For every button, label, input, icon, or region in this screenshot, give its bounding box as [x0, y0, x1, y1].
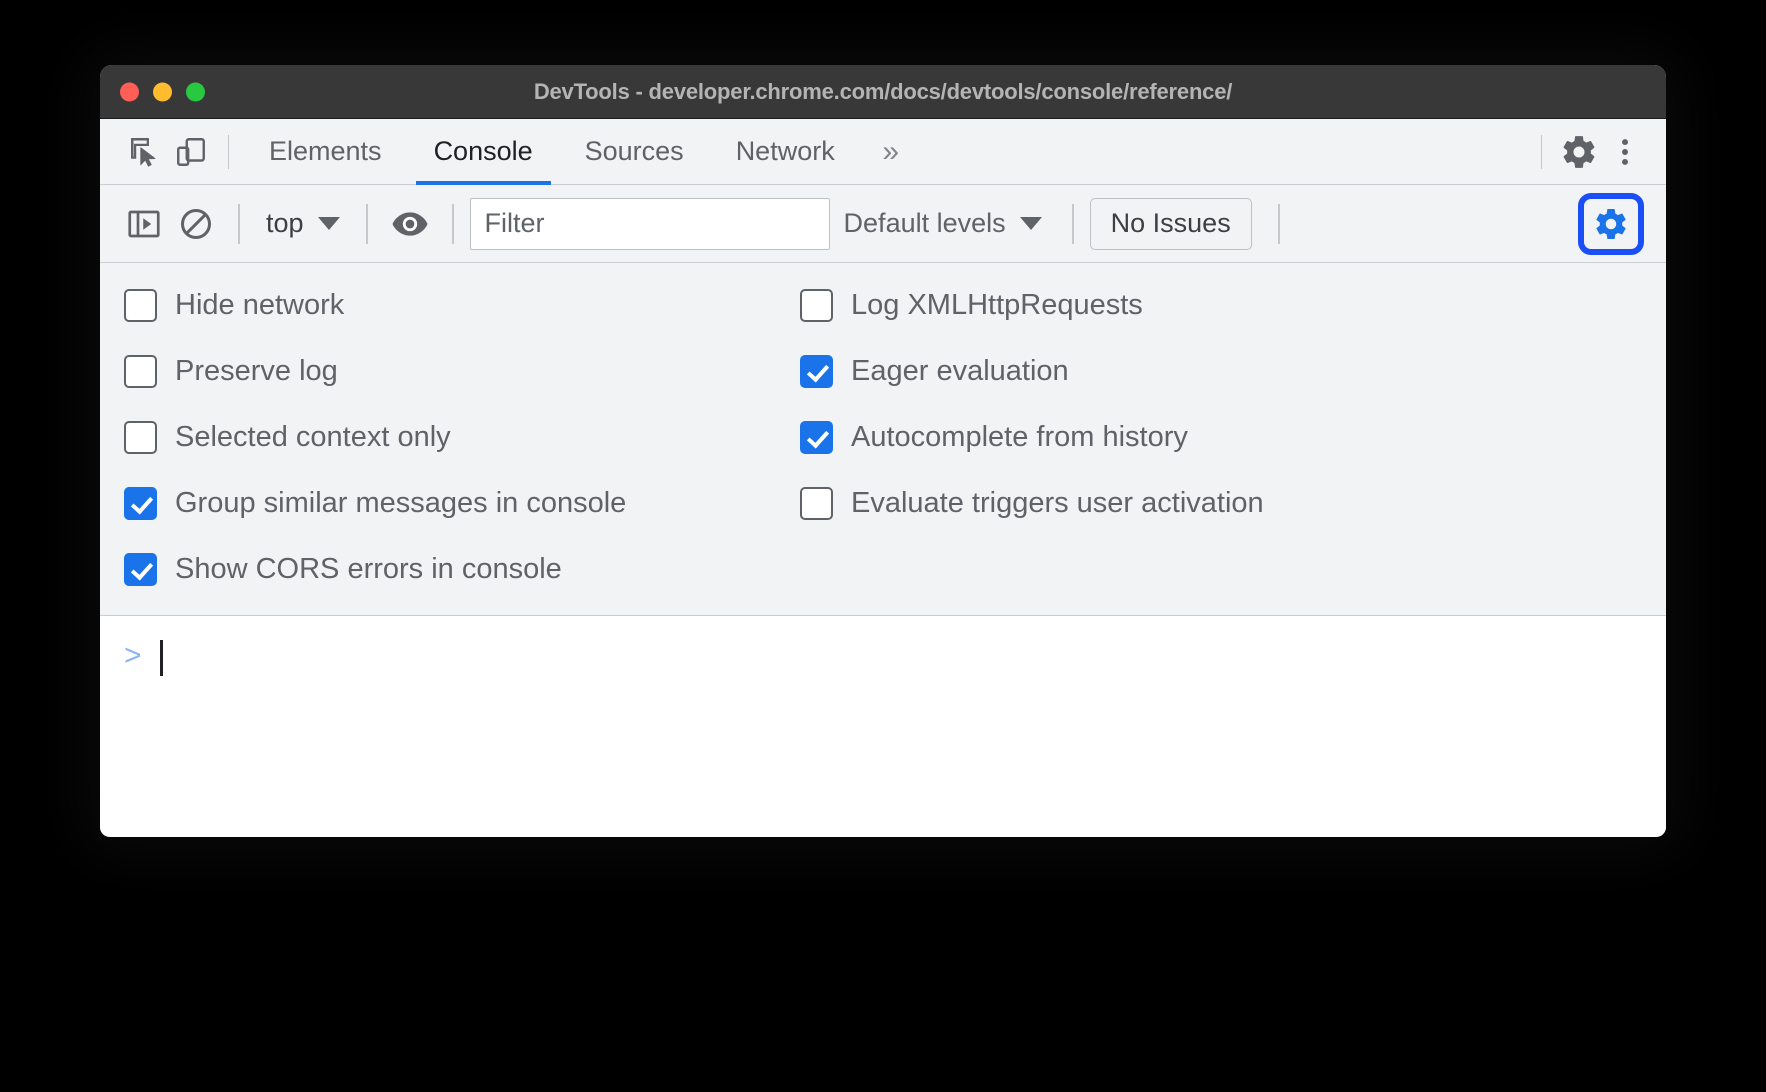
prompt-chevron-icon: > — [124, 641, 142, 671]
log-levels-value: Default levels — [844, 208, 1006, 239]
issues-button[interactable]: No Issues — [1090, 198, 1252, 250]
kebab-menu-icon[interactable] — [1602, 129, 1648, 175]
chevron-down-icon — [1020, 217, 1042, 230]
setting-group-similar-messages[interactable]: Group similar messages in console — [124, 483, 800, 523]
issues-button-label: No Issues — [1111, 208, 1231, 239]
window-controls — [120, 82, 205, 101]
more-tabs-icon[interactable]: » — [861, 122, 921, 182]
text-cursor — [160, 640, 163, 676]
gear-icon[interactable] — [1556, 129, 1602, 175]
tab-console[interactable]: Console — [408, 119, 559, 185]
console-settings-right-column: Log XMLHttpRequests Eager evaluation Aut… — [800, 285, 1264, 589]
inspect-element-icon[interactable] — [122, 129, 168, 175]
setting-preserve-log[interactable]: Preserve log — [124, 351, 800, 391]
console-settings-gear-icon[interactable] — [1578, 193, 1644, 255]
console-toolbar: top Default levels No Issues — [100, 185, 1666, 263]
tab-bar-right-actions — [1527, 119, 1648, 185]
hide-network-checkbox[interactable] — [124, 289, 157, 322]
console-toolbar-divider-1 — [238, 204, 240, 244]
console-toolbar-divider-4 — [1072, 204, 1074, 244]
group-similar-messages-checkbox[interactable] — [124, 487, 157, 520]
eye-icon[interactable] — [384, 198, 436, 250]
console-toolbar-divider-2 — [366, 204, 368, 244]
show-cors-errors-checkbox[interactable] — [124, 553, 157, 586]
console-prompt-row[interactable]: > — [124, 638, 1666, 678]
tab-console-label: Console — [434, 136, 533, 167]
execution-context-value: top — [266, 208, 304, 239]
devtools-tab-bar: Elements Console Sources Network » — [100, 119, 1666, 185]
tab-elements-label: Elements — [269, 136, 382, 167]
log-levels-selector[interactable]: Default levels — [830, 208, 1056, 239]
tab-elements[interactable]: Elements — [243, 119, 408, 185]
hide-network-label: Hide network — [175, 291, 344, 320]
tab-sources[interactable]: Sources — [559, 119, 710, 185]
chevron-down-icon — [318, 217, 340, 230]
clear-console-icon[interactable] — [170, 198, 222, 250]
console-output-area[interactable]: > — [100, 616, 1666, 836]
console-settings-left-column: Hide network Preserve log Selected conte… — [100, 285, 800, 589]
console-toolbar-divider-3 — [452, 204, 454, 244]
setting-selected-context-only[interactable]: Selected context only — [124, 417, 800, 457]
filter-input[interactable] — [470, 198, 830, 250]
tab-network-label: Network — [736, 136, 835, 167]
selected-context-only-checkbox[interactable] — [124, 421, 157, 454]
evaluate-triggers-user-activation-label: Evaluate triggers user activation — [851, 489, 1264, 518]
devtools-window: DevTools - developer.chrome.com/docs/dev… — [100, 65, 1666, 837]
minimize-window-button[interactable] — [153, 82, 172, 101]
eager-evaluation-checkbox[interactable] — [800, 355, 833, 388]
tab-network[interactable]: Network — [710, 119, 861, 185]
tab-sources-label: Sources — [585, 136, 684, 167]
log-xmlhttprequests-checkbox[interactable] — [800, 289, 833, 322]
maximize-window-button[interactable] — [186, 82, 205, 101]
setting-autocomplete-from-history[interactable]: Autocomplete from history — [800, 417, 1264, 457]
autocomplete-from-history-label: Autocomplete from history — [851, 423, 1188, 452]
setting-eager-evaluation[interactable]: Eager evaluation — [800, 351, 1264, 391]
execution-context-selector[interactable]: top — [256, 208, 350, 239]
preserve-log-label: Preserve log — [175, 357, 338, 386]
preserve-log-checkbox[interactable] — [124, 355, 157, 388]
close-window-button[interactable] — [120, 82, 139, 101]
console-settings-panel: Hide network Preserve log Selected conte… — [100, 263, 1666, 616]
toolbar-divider — [228, 135, 229, 169]
more-tabs-label: » — [882, 135, 899, 169]
eager-evaluation-label: Eager evaluation — [851, 357, 1069, 386]
setting-hide-network[interactable]: Hide network — [124, 285, 800, 325]
device-toolbar-icon[interactable] — [168, 129, 214, 175]
window-title: DevTools - developer.chrome.com/docs/dev… — [100, 79, 1666, 105]
setting-log-xmlhttprequests[interactable]: Log XMLHttpRequests — [800, 285, 1264, 325]
log-xmlhttprequests-label: Log XMLHttpRequests — [851, 291, 1143, 320]
evaluate-triggers-user-activation-checkbox[interactable] — [800, 487, 833, 520]
title-bar: DevTools - developer.chrome.com/docs/dev… — [100, 65, 1666, 119]
tab-bar-right-divider — [1541, 135, 1542, 169]
setting-show-cors-errors[interactable]: Show CORS errors in console — [124, 549, 800, 589]
setting-evaluate-triggers-user-activation[interactable]: Evaluate triggers user activation — [800, 483, 1264, 523]
console-toolbar-divider-5 — [1278, 204, 1280, 244]
console-sidebar-icon[interactable] — [118, 198, 170, 250]
selected-context-only-label: Selected context only — [175, 423, 451, 452]
show-cors-errors-label: Show CORS errors in console — [175, 555, 562, 584]
autocomplete-from-history-checkbox[interactable] — [800, 421, 833, 454]
group-similar-messages-label: Group similar messages in console — [175, 489, 626, 518]
